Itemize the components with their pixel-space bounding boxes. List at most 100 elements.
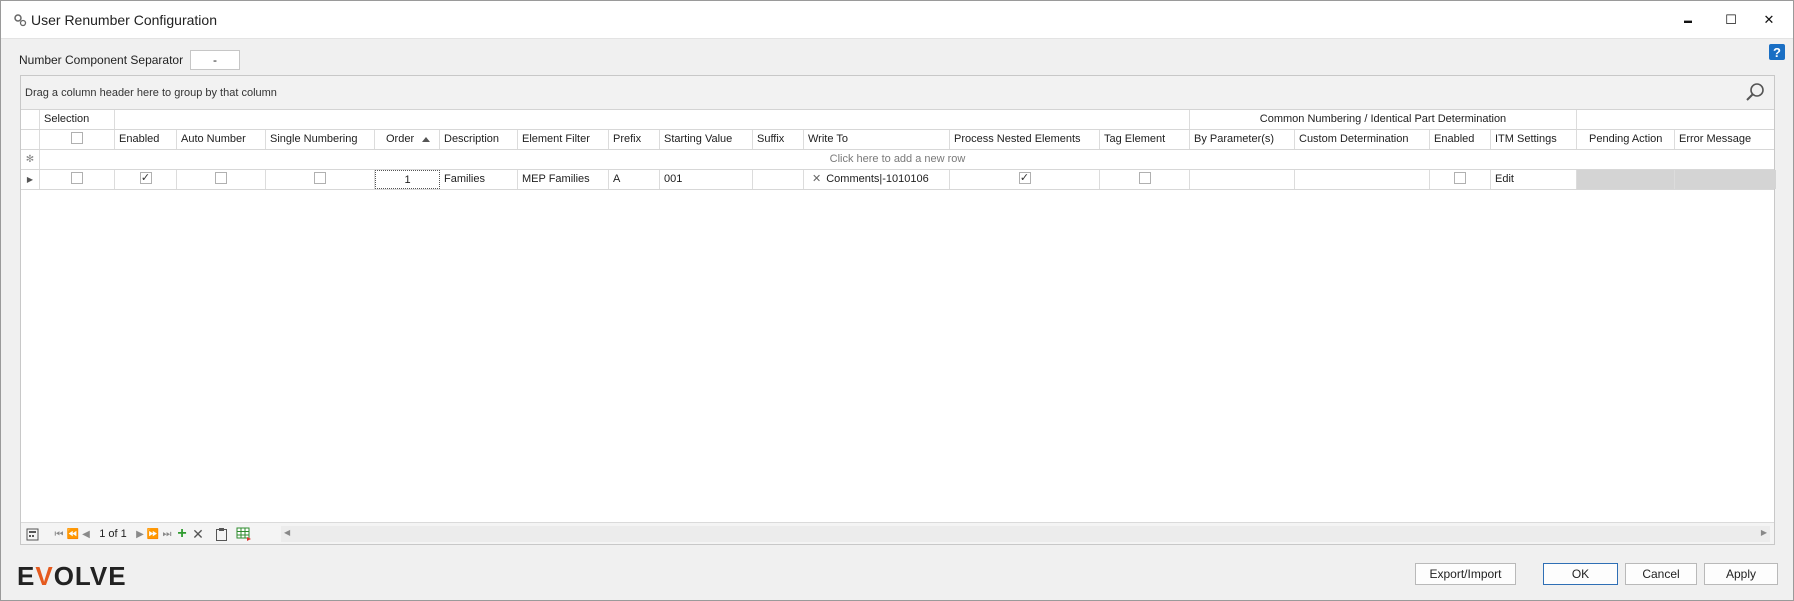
clipboard-icon[interactable] (213, 526, 229, 542)
band-main (115, 110, 1190, 129)
close-button[interactable]: ✕ (1753, 9, 1785, 31)
dialog-window: User Renumber Configuration ▬ ☐ ✕ ? Numb… (0, 0, 1794, 601)
page-indicator: 1 of 1 (99, 528, 127, 540)
prev-page-icon[interactable]: ◀ (81, 526, 91, 542)
next-page-group-icon[interactable]: ⏩ (147, 526, 159, 542)
row-indicator-icon: ▶ (21, 170, 40, 189)
next-page-icon[interactable]: ▶ (135, 526, 145, 542)
col-order[interactable]: Order (375, 130, 440, 149)
group-panel-hint: Drag a column header here to group by th… (25, 87, 277, 99)
evolve-logo: EVOLVE (17, 561, 127, 591)
apply-button[interactable]: Apply (1704, 563, 1778, 585)
title-bar: User Renumber Configuration ▬ ☐ ✕ (1, 1, 1793, 39)
close-icon: ✕ (1763, 12, 1775, 27)
column-header-row: Enabled Auto Number Single Numbering Ord… (21, 130, 1774, 150)
row-enabled-check-icon: ✓ (139, 172, 152, 185)
col-tag-element[interactable]: Tag Element (1100, 130, 1190, 149)
col-enabled[interactable]: Enabled (115, 130, 177, 149)
row-select-checkbox[interactable] (40, 170, 115, 189)
col-pending-action[interactable]: Pending Action (1577, 130, 1675, 149)
row-element-filter-cell[interactable]: MEP Families (518, 170, 609, 189)
minimize-button[interactable]: ▬ (1672, 9, 1704, 31)
horizontal-scrollbar[interactable]: ◀ ▶ (281, 526, 1770, 542)
col-starting-value[interactable]: Starting Value (660, 130, 753, 149)
window-title: User Renumber Configuration (31, 12, 217, 28)
col-error-message[interactable]: Error Message (1675, 130, 1776, 149)
band-common-numbering: Common Numbering / Identical Part Determ… (1190, 110, 1577, 129)
scroll-right-icon[interactable]: ▶ (1761, 528, 1767, 537)
cancel-button[interactable]: Cancel (1625, 563, 1697, 585)
last-page-icon[interactable]: ⏭ (161, 526, 173, 542)
row-prefix-cell[interactable]: A (609, 170, 660, 189)
row-single-numbering-checkbox[interactable] (266, 170, 375, 189)
band-header-row: Selection Common Numbering / Identical P… (21, 110, 1774, 130)
row-single-numbering-check-icon (314, 172, 326, 185)
col-custom-determination[interactable]: Custom Determination (1295, 130, 1430, 149)
col-order-label: Order (386, 133, 415, 145)
band-selection: Selection (40, 110, 115, 129)
col-process-nested[interactable]: Process Nested Elements (950, 130, 1100, 149)
row-pending-action-cell (1577, 170, 1675, 189)
row-enabled-common-check-icon (1454, 172, 1466, 185)
row-suffix-cell[interactable] (753, 170, 804, 189)
col-enabled-common[interactable]: Enabled (1430, 130, 1491, 149)
new-item-row[interactable]: ✻ Click here to add a new row (21, 150, 1774, 170)
row-auto-number-checkbox[interactable] (177, 170, 266, 189)
row-enabled-common-checkbox[interactable] (1430, 170, 1491, 189)
new-row-hint: Click here to add a new row (829, 153, 966, 165)
calculator-icon[interactable] (23, 526, 41, 542)
renumber-grid: Drag a column header here to group by th… (20, 75, 1776, 545)
row-custom-determination-cell[interactable] (1295, 170, 1430, 189)
row-tag-element-checkbox[interactable] (1100, 170, 1190, 189)
maximize-icon: ☐ (1725, 12, 1737, 27)
row-process-nested-checkbox[interactable]: ✓ (950, 170, 1100, 189)
row-write-to-value: Comments|-1010106 (826, 173, 929, 185)
separator-input[interactable]: - (190, 50, 240, 70)
col-single-numbering[interactable]: Single Numbering (266, 130, 375, 149)
separator-label: Number Component Separator (19, 53, 184, 67)
select-all-checkbox[interactable] (40, 130, 115, 149)
data-navigator: ⏮ ⏪ ◀ 1 of 1 ▶ ⏩ ⏭ + ✕ ◀ ▶ (21, 522, 1774, 544)
row-write-to-cell[interactable]: ✕ Comments|-1010106 (804, 170, 950, 189)
band-status (1577, 110, 1776, 129)
help-icon[interactable]: ? (1769, 44, 1785, 60)
row-itm-settings-link[interactable]: Edit (1491, 170, 1577, 189)
row-description-cell[interactable]: Families (440, 170, 518, 189)
prev-page-group-icon[interactable]: ⏪ (67, 526, 79, 542)
remove-token-icon[interactable]: ✕ (812, 173, 821, 185)
export-grid-icon[interactable] (235, 526, 253, 542)
row-auto-number-check-icon (215, 172, 227, 185)
group-panel: Drag a column header here to group by th… (21, 76, 1774, 110)
gear-icon (14, 14, 27, 27)
delete-row-icon[interactable]: ✕ (191, 526, 205, 542)
ok-button[interactable]: OK (1543, 563, 1618, 585)
export-import-button[interactable]: Export/Import (1415, 563, 1516, 585)
add-row-icon[interactable]: + (175, 525, 189, 542)
header-indicator (21, 130, 40, 149)
col-element-filter[interactable]: Element Filter (518, 130, 609, 149)
col-suffix[interactable]: Suffix (753, 130, 804, 149)
sort-ascending-icon (422, 136, 431, 142)
row-starting-value-cell[interactable]: 001 (660, 170, 753, 189)
col-description[interactable]: Description (440, 130, 518, 149)
maximize-button[interactable]: ☐ (1715, 9, 1747, 31)
col-write-to[interactable]: Write To (804, 130, 950, 149)
row-enabled-checkbox[interactable]: ✓ (115, 170, 177, 189)
col-itm-settings[interactable]: ITM Settings (1491, 130, 1577, 149)
first-page-icon[interactable]: ⏮ (53, 526, 65, 542)
col-prefix[interactable]: Prefix (609, 130, 660, 149)
row-order-cell[interactable]: 1 (375, 170, 440, 189)
table-row[interactable]: ▶ ✓ 1 Families MEP Families A 001 ✕ Comme… (21, 170, 1776, 190)
row-process-nested-check-icon: ✓ (1018, 172, 1031, 185)
select-all-check-icon (71, 132, 83, 145)
col-by-parameters[interactable]: By Parameter(s) (1190, 130, 1295, 149)
minimize-icon: ▬ (1684, 15, 1692, 25)
row-error-message-cell (1675, 170, 1776, 189)
band-indicator (21, 110, 40, 129)
scroll-left-icon[interactable]: ◀ (284, 528, 290, 537)
row-select-check-icon (71, 172, 83, 185)
col-auto-number[interactable]: Auto Number (177, 130, 266, 149)
row-tag-element-check-icon (1138, 172, 1151, 185)
search-icon[interactable] (1744, 82, 1766, 104)
row-by-parameters-cell[interactable] (1190, 170, 1295, 189)
